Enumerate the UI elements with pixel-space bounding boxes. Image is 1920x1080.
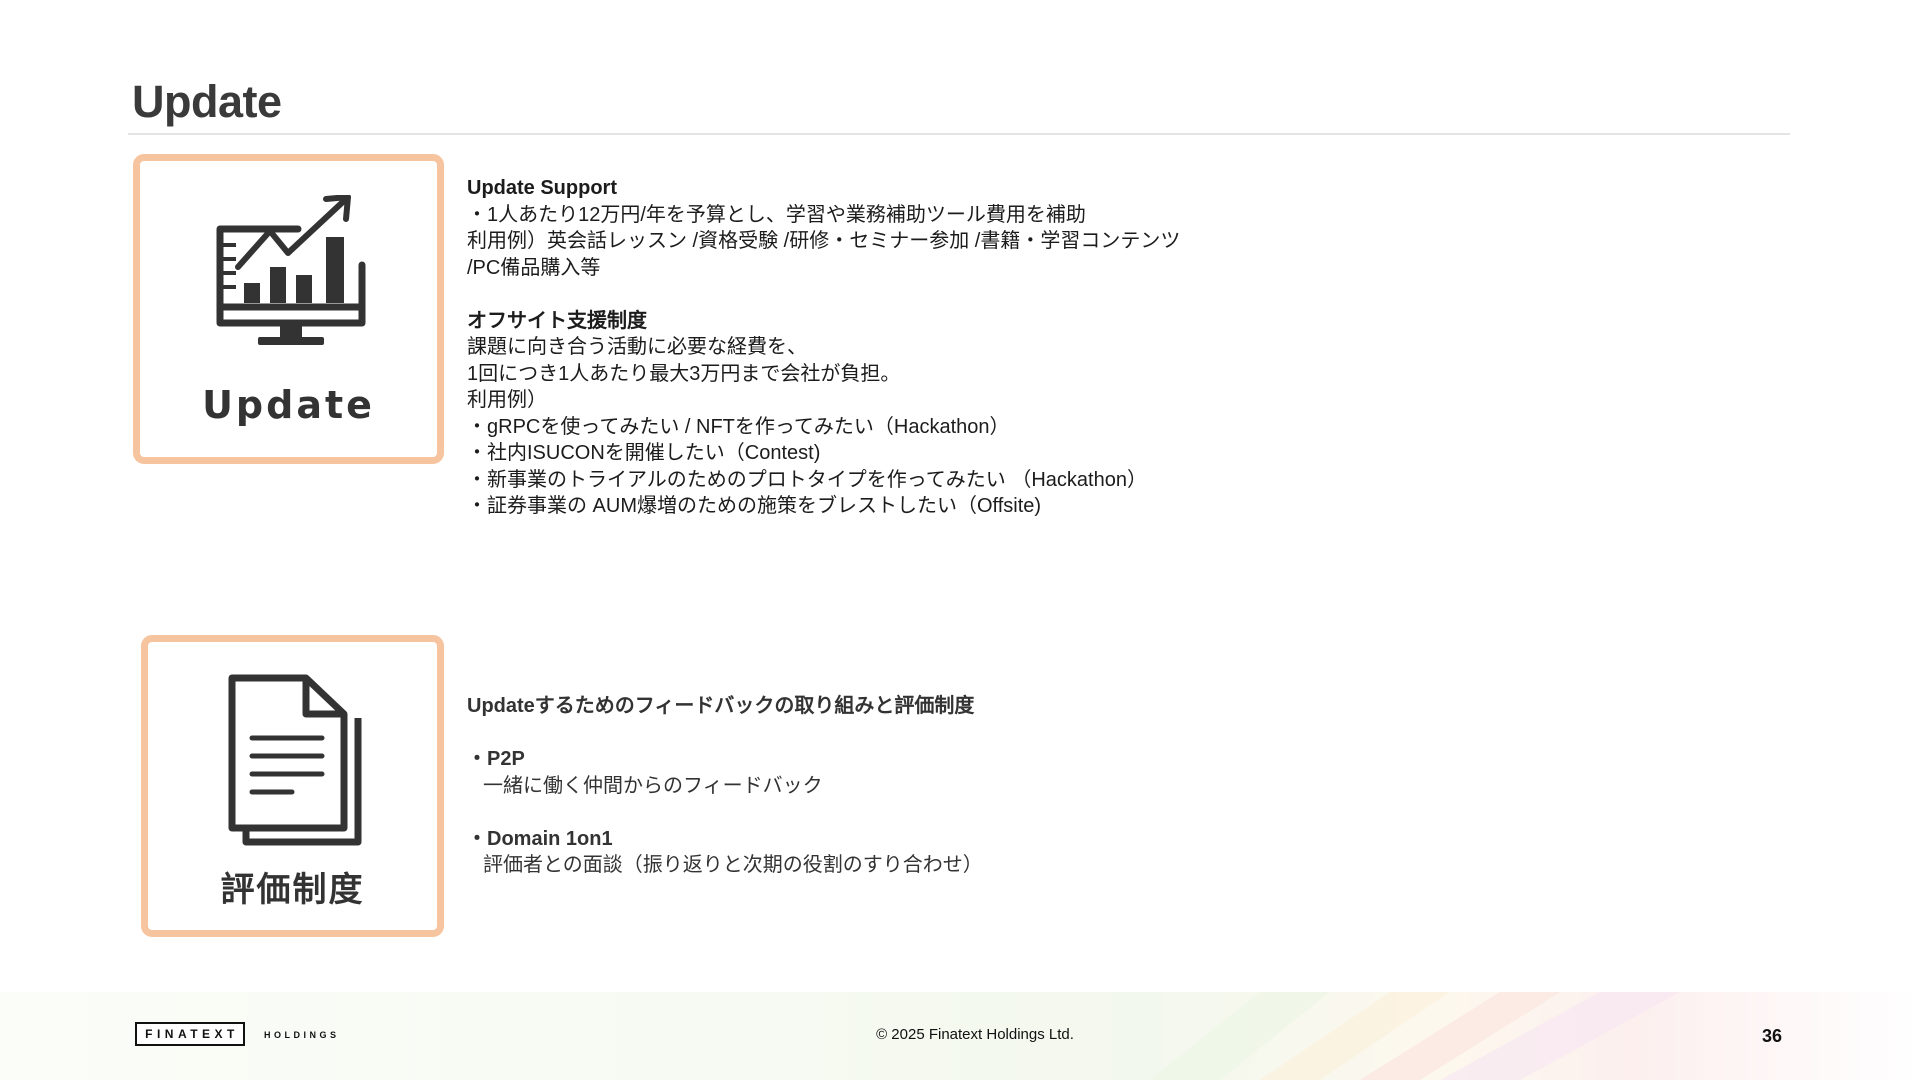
offsite-line: ・社内ISUCONを開催したい（Contest) <box>467 442 821 464</box>
offsite-line: ・gRPCを使ってみたい / NFTを作ってみたい（Hackathon） <box>467 415 1010 438</box>
page-number: 36 <box>1762 1026 1783 1046</box>
offsite-line: ・証券事業の AUM爆増のための施策をブレストしたい（Offsite) <box>467 495 1042 517</box>
title-divider <box>128 133 1790 135</box>
page-title: Update <box>132 76 282 127</box>
support-line: 利用例）英会話レッスン /資格受験 /研修・セミナー参加 /書籍・学習コンテンツ <box>467 230 1181 252</box>
offsite-line: 課題に向き合う活動に必要な経費を、 <box>467 336 807 358</box>
offsite-line: 1回につき1人あたり最大3万円まで会社が負担。 <box>467 362 901 385</box>
offsite-heading: オフサイト支援制度 <box>467 309 647 332</box>
feedback-section: Updateするためのフィードバックの取り組みと評価制度 ・P2P 一緒に働く仲… <box>467 693 983 879</box>
domain-1on1-title: ・Domain 1on1 <box>467 827 613 850</box>
document-icon <box>228 674 362 846</box>
support-line: ・1人あたり12万円/年を予算とし、学習や業務補助ツール費用を補助 <box>467 203 1086 226</box>
feedback-heading: Updateするためのフィードバックの取り組みと評価制度 <box>467 695 975 717</box>
domain-1on1-description: 評価者との面談（振り返りと次期の役割のすり合わせ） <box>483 854 983 876</box>
support-line: /PC備品購入等 <box>467 256 601 279</box>
monitor-chart-icon <box>216 195 366 345</box>
update-card: Update <box>133 154 444 464</box>
evaluation-card-label: 評価制度 <box>220 870 365 910</box>
support-heading: Update Support <box>467 177 617 199</box>
evaluation-card: 評価制度 <box>141 635 444 937</box>
p2p-title: ・P2P <box>467 748 525 770</box>
p2p-description: 一緒に働く仲間からのフィードバック <box>483 774 823 797</box>
support-section: Update Support ・1人あたり12万円/年を予算とし、学習や業務補助… <box>467 175 1180 520</box>
copyright-text: © 2025 Finatext Holdings Ltd. <box>876 1026 1074 1043</box>
update-card-label: Update <box>202 383 375 427</box>
offsite-line: 利用例） <box>467 389 547 411</box>
offsite-line: ・新事業のトライアルのためのプロトタイプを作ってみたい （Hackathon） <box>467 468 1147 491</box>
